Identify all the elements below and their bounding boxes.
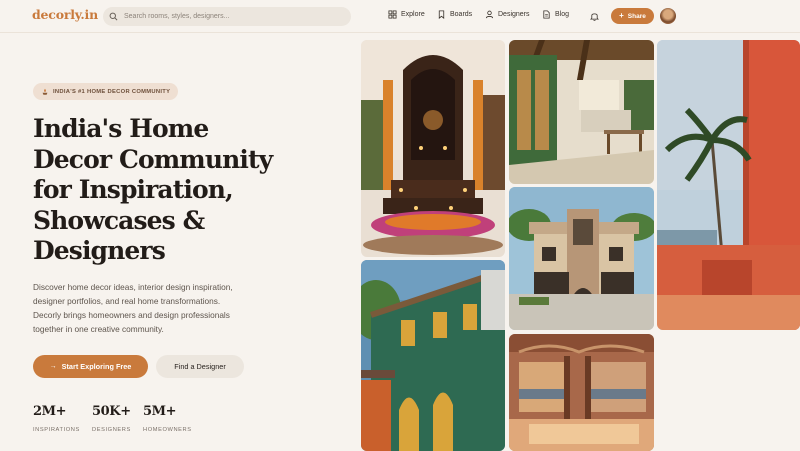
stat-value: 50K+ <box>92 404 131 419</box>
gallery-image-bedroom-balcony[interactable] <box>509 334 654 451</box>
share-button[interactable]: + Share <box>611 8 654 24</box>
community-badge: INDIA'S #1 HOME DECOR COMMUNITY <box>33 83 179 100</box>
gallery-image-green-colonial-house[interactable] <box>361 260 505 451</box>
nav-boards[interactable]: Boards <box>437 10 472 19</box>
arrow-right-icon: → <box>49 363 57 370</box>
top-navigation-bar: decorly.in Search rooms, styles, designe… <box>0 0 800 33</box>
find-designer-button[interactable]: Find a Designer <box>156 355 244 378</box>
plus-icon: + <box>619 11 624 20</box>
gallery-image-temple-shrine[interactable] <box>361 40 505 257</box>
lamp-icon <box>42 88 48 95</box>
logo-text: decorly <box>32 7 81 22</box>
logo-suffix: .in <box>80 7 98 22</box>
description-line: Discover home decor ideas, interior desi… <box>33 282 233 292</box>
gallery-image-coastal-terrace[interactable] <box>657 40 800 330</box>
nav-explore-label: Explore <box>401 11 425 18</box>
headline-line: for Inspiration, <box>33 175 234 204</box>
stat-label: DESIGNERS <box>92 427 131 433</box>
description-line: together in one creative community. <box>33 324 164 334</box>
gallery-image-kitchen-dining[interactable] <box>509 40 654 184</box>
avatar[interactable] <box>660 8 676 24</box>
badge-text: INDIA'S #1 HOME DECOR COMMUNITY <box>53 88 171 95</box>
search-input[interactable]: Search rooms, styles, designers... <box>124 13 229 20</box>
nav-designers[interactable]: Designers <box>485 10 530 19</box>
search-icon <box>109 12 118 21</box>
start-exploring-button[interactable]: → Start Exploring Free <box>33 355 148 378</box>
bookmark-icon <box>438 10 445 19</box>
headline-line: Decor Community <box>33 144 273 174</box>
gallery-image-courtyard-villa[interactable] <box>509 187 654 330</box>
decorly-logo[interactable]: decorly.in <box>32 7 98 22</box>
stat-homeowners: 5M+ HOMEOWNERS <box>143 404 192 433</box>
stat-inspirations: 2M+ INSPIRATIONS <box>33 404 80 433</box>
nav-blog-label: Blog <box>555 11 570 18</box>
stat-value: 2M+ <box>33 404 67 419</box>
stat-designers: 50K+ DESIGNERS <box>92 404 131 433</box>
headline-line: Designers <box>33 236 166 265</box>
stat-value: 5M+ <box>143 404 177 419</box>
hero-headline: India's Home Decor Community for Inspira… <box>33 114 293 267</box>
bell-icon[interactable] <box>590 11 599 21</box>
stat-label: HOMEOWNERS <box>143 427 192 433</box>
description-line: designer portfolios, and real home trans… <box>33 296 221 306</box>
stat-label: INSPIRATIONS <box>33 427 80 433</box>
nav-designers-label: Designers <box>498 11 530 18</box>
search-bar[interactable]: Search rooms, styles, designers... <box>103 7 351 26</box>
nav-boards-label: Boards <box>450 11 473 18</box>
headline-line: India's Home <box>33 114 209 143</box>
find-designer-label: Find a Designer <box>174 362 226 371</box>
headline-line: Showcases & <box>33 205 205 235</box>
description-line: Decorly brings homeowners and design pro… <box>33 310 230 320</box>
nav-blog[interactable]: Blog <box>542 10 569 19</box>
user-icon <box>485 10 494 19</box>
nav-explore[interactable]: Explore <box>388 10 425 19</box>
share-label: Share <box>627 12 646 20</box>
hero-description: Discover home decor ideas, interior desi… <box>33 280 273 336</box>
document-icon <box>543 10 550 19</box>
start-exploring-label: Start Exploring Free <box>61 362 132 371</box>
grid-icon <box>388 10 397 19</box>
